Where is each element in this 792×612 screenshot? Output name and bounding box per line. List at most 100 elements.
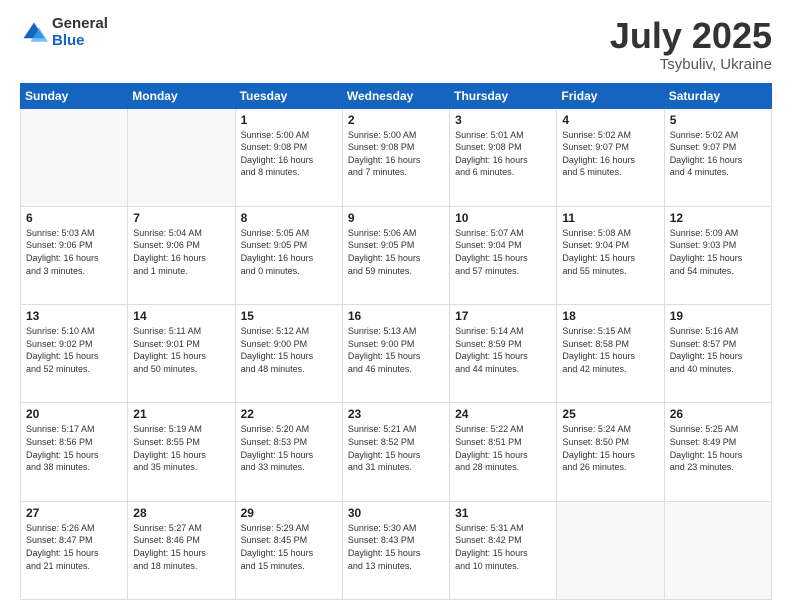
logo-general: General bbox=[52, 16, 108, 33]
day-number: 11 bbox=[562, 211, 658, 225]
col-wednesday: Wednesday bbox=[342, 83, 449, 108]
day-info: Sunrise: 5:13 AMSunset: 9:00 PMDaylight:… bbox=[348, 325, 444, 375]
table-row: 10Sunrise: 5:07 AMSunset: 9:04 PMDayligh… bbox=[450, 206, 557, 304]
day-number: 4 bbox=[562, 113, 658, 127]
logo-text: General Blue bbox=[52, 16, 108, 49]
table-row bbox=[664, 501, 771, 599]
calendar-week-row: 20 Sunrise: 5:17 AMSunset: 8:56 PMDayligh… bbox=[21, 403, 772, 501]
day-number: 19 bbox=[670, 309, 766, 323]
table-row: 19 Sunrise: 5:16 AMSunset: 8:57 PMDayligh… bbox=[664, 305, 771, 403]
table-row: 3Sunrise: 5:01 AMSunset: 9:08 PMDaylight… bbox=[450, 108, 557, 206]
logo: General Blue bbox=[20, 16, 108, 49]
day-info: Sunrise: 5:14 AMSunset: 8:59 PMDaylight:… bbox=[455, 325, 551, 375]
title-block: July 2025 Tsybuliv, Ukraine bbox=[610, 16, 772, 73]
col-saturday: Saturday bbox=[664, 83, 771, 108]
table-row: 21Sunrise: 5:19 AMSunset: 8:55 PMDayligh… bbox=[128, 403, 235, 501]
day-info: Sunrise: 5:09 AMSunset: 9:03 PMDaylight:… bbox=[670, 227, 766, 277]
day-info: Sunrise: 5:26 AMSunset: 8:47 PMDaylight:… bbox=[26, 522, 122, 572]
table-row: 5 Sunrise: 5:02 AMSunset: 9:07 PMDaylight… bbox=[664, 108, 771, 206]
day-number: 6 bbox=[26, 211, 122, 225]
table-row bbox=[557, 501, 664, 599]
table-row: 8Sunrise: 5:05 AMSunset: 9:05 PMDaylight… bbox=[235, 206, 342, 304]
table-row: 30Sunrise: 5:30 AMSunset: 8:43 PMDayligh… bbox=[342, 501, 449, 599]
table-row: 22 Sunrise: 5:20 AMSunset: 8:53 PMDayligh… bbox=[235, 403, 342, 501]
calendar-week-row: 27 Sunrise: 5:26 AMSunset: 8:47 PMDayligh… bbox=[21, 501, 772, 599]
day-info: Sunrise: 5:02 AMSunset: 9:07 PMDaylight:… bbox=[670, 129, 766, 179]
calendar-table: Sunday Monday Tuesday Wednesday Thursday… bbox=[20, 83, 772, 600]
day-number: 8 bbox=[241, 211, 337, 225]
day-number: 3 bbox=[455, 113, 551, 127]
calendar-week-row: 13Sunrise: 5:10 AMSunset: 9:02 PMDayligh… bbox=[21, 305, 772, 403]
day-number: 31 bbox=[455, 506, 551, 520]
calendar-week-row: 1 Sunrise: 5:00 AMSunset: 9:08 PMDaylight… bbox=[21, 108, 772, 206]
col-sunday: Sunday bbox=[21, 83, 128, 108]
day-number: 28 bbox=[133, 506, 229, 520]
day-info: Sunrise: 5:16 AMSunset: 8:57 PMDaylight:… bbox=[670, 325, 766, 375]
day-number: 20 bbox=[26, 407, 122, 421]
table-row: 20 Sunrise: 5:17 AMSunset: 8:56 PMDayligh… bbox=[21, 403, 128, 501]
day-number: 5 bbox=[670, 113, 766, 127]
day-number: 30 bbox=[348, 506, 444, 520]
day-number: 1 bbox=[241, 113, 337, 127]
day-number: 10 bbox=[455, 211, 551, 225]
col-friday: Friday bbox=[557, 83, 664, 108]
day-info: Sunrise: 5:25 AMSunset: 8:49 PMDaylight:… bbox=[670, 423, 766, 473]
table-row: 18 Sunrise: 5:15 AMSunset: 8:58 PMDayligh… bbox=[557, 305, 664, 403]
day-number: 15 bbox=[241, 309, 337, 323]
col-thursday: Thursday bbox=[450, 83, 557, 108]
table-row: 28 Sunrise: 5:27 AMSunset: 8:46 PMDayligh… bbox=[128, 501, 235, 599]
day-info: Sunrise: 5:12 AMSunset: 9:00 PMDaylight:… bbox=[241, 325, 337, 375]
table-row: 1 Sunrise: 5:00 AMSunset: 9:08 PMDaylight… bbox=[235, 108, 342, 206]
day-info: Sunrise: 5:15 AMSunset: 8:58 PMDaylight:… bbox=[562, 325, 658, 375]
day-info: Sunrise: 5:06 AMSunset: 9:05 PMDaylight:… bbox=[348, 227, 444, 277]
day-number: 16 bbox=[348, 309, 444, 323]
table-row: 12 Sunrise: 5:09 AMSunset: 9:03 PMDayligh… bbox=[664, 206, 771, 304]
header: General Blue July 2025 Tsybuliv, Ukraine bbox=[20, 16, 772, 73]
table-row: 6 Sunrise: 5:03 AMSunset: 9:06 PMDaylight… bbox=[21, 206, 128, 304]
day-info: Sunrise: 5:08 AMSunset: 9:04 PMDaylight:… bbox=[562, 227, 658, 277]
subtitle: Tsybuliv, Ukraine bbox=[610, 56, 772, 73]
day-info: Sunrise: 5:22 AMSunset: 8:51 PMDaylight:… bbox=[455, 423, 551, 473]
day-number: 9 bbox=[348, 211, 444, 225]
logo-blue: Blue bbox=[52, 33, 108, 50]
main-title: July 2025 bbox=[610, 16, 772, 56]
day-info: Sunrise: 5:24 AMSunset: 8:50 PMDaylight:… bbox=[562, 423, 658, 473]
table-row: 27 Sunrise: 5:26 AMSunset: 8:47 PMDayligh… bbox=[21, 501, 128, 599]
day-number: 24 bbox=[455, 407, 551, 421]
table-row: 16 Sunrise: 5:13 AMSunset: 9:00 PMDayligh… bbox=[342, 305, 449, 403]
day-info: Sunrise: 5:21 AMSunset: 8:52 PMDaylight:… bbox=[348, 423, 444, 473]
day-number: 22 bbox=[241, 407, 337, 421]
day-info: Sunrise: 5:29 AMSunset: 8:45 PMDaylight:… bbox=[241, 522, 337, 572]
col-monday: Monday bbox=[128, 83, 235, 108]
table-row bbox=[21, 108, 128, 206]
table-row: 15 Sunrise: 5:12 AMSunset: 9:00 PMDayligh… bbox=[235, 305, 342, 403]
day-number: 2 bbox=[348, 113, 444, 127]
day-info: Sunrise: 5:27 AMSunset: 8:46 PMDaylight:… bbox=[133, 522, 229, 572]
logo-icon bbox=[20, 19, 48, 47]
day-number: 12 bbox=[670, 211, 766, 225]
day-info: Sunrise: 5:03 AMSunset: 9:06 PMDaylight:… bbox=[26, 227, 122, 277]
calendar-week-row: 6 Sunrise: 5:03 AMSunset: 9:06 PMDaylight… bbox=[21, 206, 772, 304]
day-info: Sunrise: 5:20 AMSunset: 8:53 PMDaylight:… bbox=[241, 423, 337, 473]
table-row: 26 Sunrise: 5:25 AMSunset: 8:49 PMDayligh… bbox=[664, 403, 771, 501]
day-info: Sunrise: 5:00 AMSunset: 9:08 PMDaylight:… bbox=[348, 129, 444, 179]
day-number: 26 bbox=[670, 407, 766, 421]
day-info: Sunrise: 5:19 AMSunset: 8:55 PMDaylight:… bbox=[133, 423, 229, 473]
table-row: 14Sunrise: 5:11 AMSunset: 9:01 PMDayligh… bbox=[128, 305, 235, 403]
day-number: 23 bbox=[348, 407, 444, 421]
table-row: 23 Sunrise: 5:21 AMSunset: 8:52 PMDayligh… bbox=[342, 403, 449, 501]
header-row: Sunday Monday Tuesday Wednesday Thursday… bbox=[21, 83, 772, 108]
table-row: 24 Sunrise: 5:22 AMSunset: 8:51 PMDayligh… bbox=[450, 403, 557, 501]
day-number: 17 bbox=[455, 309, 551, 323]
day-info: Sunrise: 5:17 AMSunset: 8:56 PMDaylight:… bbox=[26, 423, 122, 473]
day-number: 18 bbox=[562, 309, 658, 323]
table-row: 4Sunrise: 5:02 AMSunset: 9:07 PMDaylight… bbox=[557, 108, 664, 206]
day-info: Sunrise: 5:10 AMSunset: 9:02 PMDaylight:… bbox=[26, 325, 122, 375]
col-tuesday: Tuesday bbox=[235, 83, 342, 108]
day-info: Sunrise: 5:00 AMSunset: 9:08 PMDaylight:… bbox=[241, 129, 337, 179]
day-number: 27 bbox=[26, 506, 122, 520]
table-row bbox=[128, 108, 235, 206]
day-number: 7 bbox=[133, 211, 229, 225]
day-info: Sunrise: 5:11 AMSunset: 9:01 PMDaylight:… bbox=[133, 325, 229, 375]
table-row: 25Sunrise: 5:24 AMSunset: 8:50 PMDayligh… bbox=[557, 403, 664, 501]
